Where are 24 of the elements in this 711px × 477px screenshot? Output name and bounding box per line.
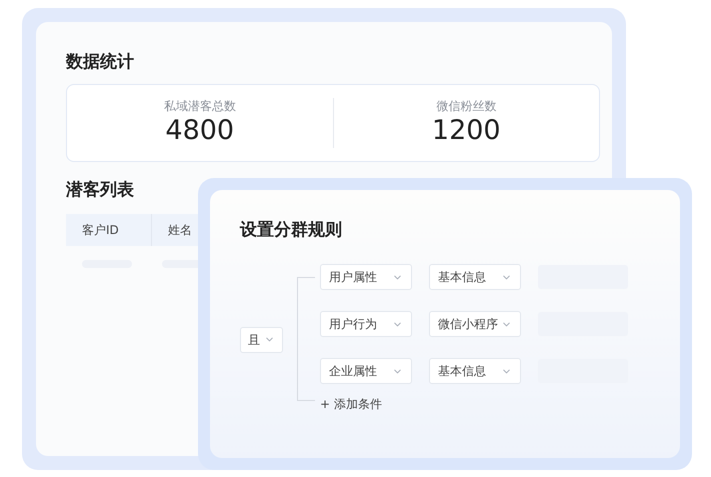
select-value: 用户行为 <box>329 316 377 333</box>
dropdown-select[interactable]: 企业属性 <box>320 358 412 384</box>
select-value: 基本信息 <box>438 363 486 380</box>
column-header: 客户ID <box>66 214 152 246</box>
select-value: 基本信息 <box>438 269 486 286</box>
metric-value: 1200 <box>432 115 501 147</box>
metric-label: 微信粉丝数 <box>436 99 496 113</box>
logic-select[interactable]: 且 <box>240 326 283 352</box>
metric-value: 4800 <box>165 115 234 147</box>
select-value: 且 <box>248 332 260 348</box>
select-value: 微信小程序 <box>438 316 498 333</box>
section-title: 潜客列表 <box>66 180 135 200</box>
select-value: 企业属性 <box>329 363 377 380</box>
dropdown-select[interactable]: 微信小程序 <box>429 311 521 337</box>
metric-label: 私域潜客总数 <box>164 99 236 113</box>
dropdown-select[interactable]: 用户属性 <box>320 264 412 290</box>
section-title: 数据统计 <box>66 52 135 72</box>
dropdown-select[interactable]: 用户行为 <box>320 311 412 337</box>
select-value: 用户属性 <box>329 269 377 286</box>
add-condition-button[interactable]: + 添加条件 <box>320 396 382 412</box>
dropdown-select[interactable]: 基本信息 <box>429 264 521 290</box>
dialog-title: 设置分群规则 <box>240 220 343 240</box>
column-header: 姓名 <box>167 222 193 239</box>
dropdown-select[interactable]: 基本信息 <box>429 358 521 384</box>
